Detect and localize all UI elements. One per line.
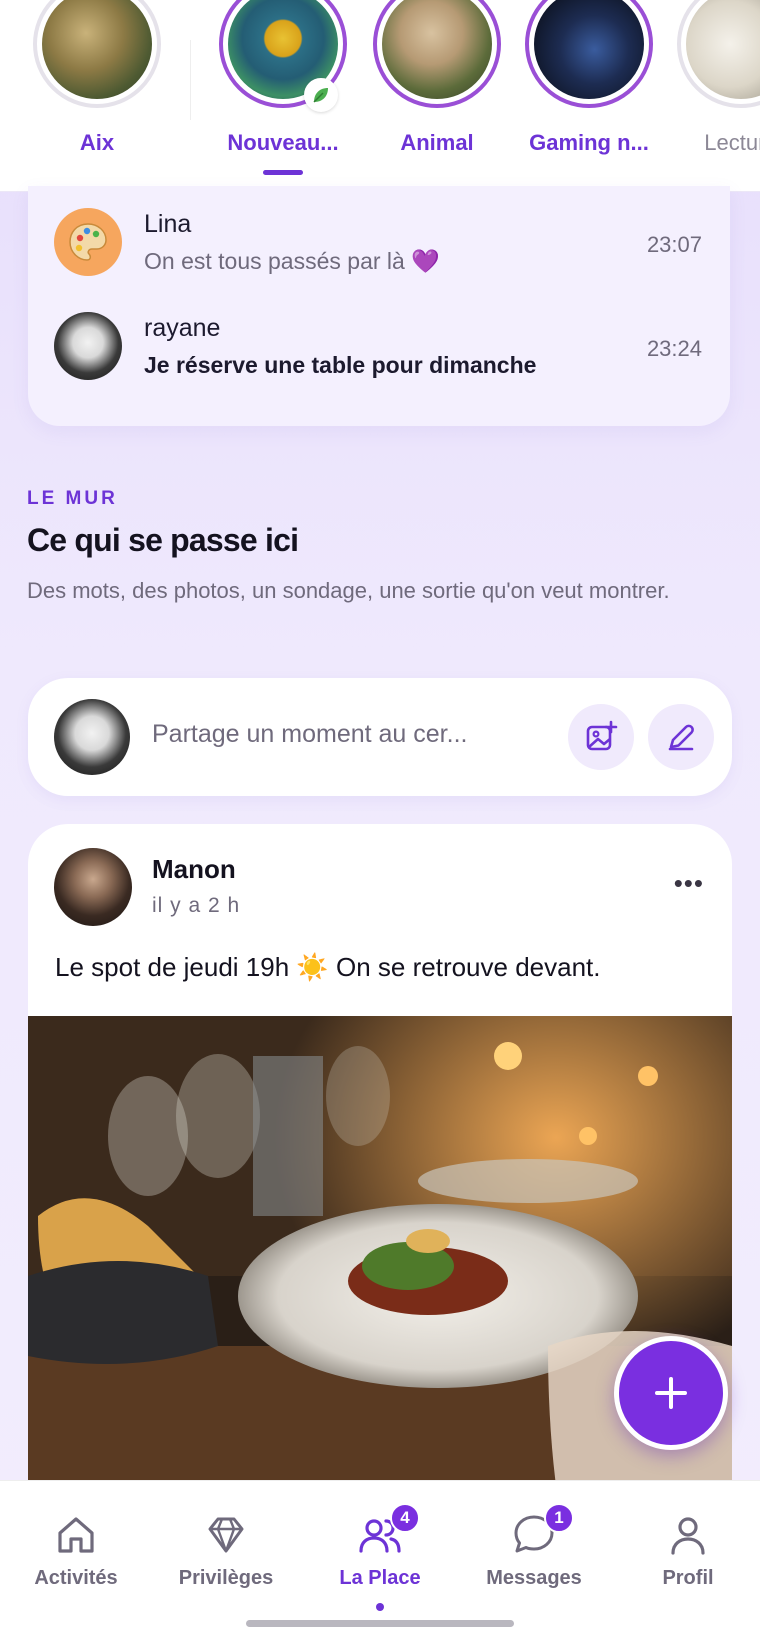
group-chip-animal[interactable]: Animal bbox=[362, 0, 512, 191]
post-author[interactable]: Manon bbox=[152, 854, 236, 885]
conversation-name: Lina bbox=[144, 210, 192, 238]
conversation-time: 23:24 bbox=[646, 336, 702, 361]
group-label: Gaming n... bbox=[529, 130, 649, 155]
group-chip-gaming[interactable]: Gaming n... bbox=[514, 0, 664, 191]
bottom-navigation: Activités Privilèges 4 La Place 1 Messag… bbox=[0, 1480, 760, 1639]
plus-icon bbox=[655, 1377, 687, 1409]
notification-badge: 1 bbox=[544, 1503, 574, 1533]
avatar[interactable] bbox=[54, 848, 132, 926]
nav-label: Activités bbox=[34, 1567, 118, 1589]
home-icon bbox=[58, 1517, 94, 1553]
post-text: Le spot de jeudi 19h ☀️ On se retrouve d… bbox=[55, 952, 601, 982]
write-post-button[interactable] bbox=[648, 704, 714, 770]
group-avatar bbox=[373, 0, 501, 108]
group-label: Animal bbox=[400, 130, 474, 155]
post-timestamp: il y a 2 h bbox=[152, 894, 241, 917]
section-subtitle: Des mots, des photos, un sondage, une so… bbox=[27, 578, 670, 603]
section-title: Ce qui se passe ici bbox=[27, 522, 299, 558]
group-chip-aix[interactable]: Aix bbox=[22, 0, 172, 191]
post-composer[interactable]: Partage un moment au cer... bbox=[28, 678, 732, 796]
pencil-icon bbox=[668, 724, 694, 751]
divider bbox=[190, 40, 191, 120]
nav-item-profil[interactable]: Profil bbox=[612, 1481, 760, 1601]
composer-input[interactable]: Partage un moment au cer... bbox=[152, 720, 467, 749]
diamond-icon bbox=[208, 1517, 244, 1553]
conversation-preview: Je réserve une table pour dimanche bbox=[144, 352, 537, 378]
notification-badge: 4 bbox=[390, 1503, 420, 1533]
conversation-row[interactable]: rayane Je réserve une table pour dimanch… bbox=[28, 300, 730, 390]
group-avatar bbox=[525, 0, 653, 108]
nav-item-la-place[interactable]: 4 La Place bbox=[304, 1481, 456, 1611]
add-photo-button[interactable] bbox=[568, 704, 634, 770]
nav-label: Profil bbox=[662, 1567, 714, 1589]
create-fab-button[interactable] bbox=[614, 1336, 728, 1450]
group-label: Lecture bbox=[704, 130, 760, 155]
conversation-row[interactable]: Lina On est tous passés par là 💜 23:07 bbox=[28, 196, 730, 286]
leaf-icon bbox=[304, 78, 338, 112]
group-chip-lecture[interactable]: Lecture bbox=[666, 0, 760, 191]
avatar bbox=[54, 208, 122, 276]
group-avatar bbox=[33, 0, 161, 108]
palette-icon bbox=[69, 223, 107, 261]
user-icon bbox=[671, 1517, 705, 1555]
active-nav-indicator bbox=[376, 1603, 384, 1611]
conversation-time: 23:07 bbox=[646, 232, 702, 257]
nav-item-messages[interactable]: 1 Messages bbox=[458, 1481, 610, 1601]
nav-label: Messages bbox=[486, 1567, 582, 1589]
section-eyebrow: LE MUR bbox=[27, 488, 118, 509]
group-label: Aix bbox=[79, 130, 115, 155]
home-indicator[interactable] bbox=[246, 1620, 514, 1627]
group-chip-nouveau[interactable]: Nouveau... bbox=[208, 0, 358, 191]
more-options-icon[interactable]: ••• bbox=[674, 868, 704, 899]
group-stories-bar: Aix Nouveau... Animal Gaming n... Lectur… bbox=[0, 0, 760, 192]
conversations-card: Lina On est tous passés par là 💜 23:07 r… bbox=[28, 186, 730, 426]
conversation-preview: On est tous passés par là 💜 bbox=[144, 248, 440, 274]
avatar bbox=[54, 312, 122, 380]
nav-item-activites[interactable]: Activités bbox=[0, 1481, 152, 1601]
nav-label: La Place bbox=[339, 1567, 421, 1589]
nav-label: Privilèges bbox=[178, 1567, 274, 1589]
image-plus-icon bbox=[586, 720, 618, 751]
active-tab-indicator bbox=[263, 170, 303, 175]
conversation-name: rayane bbox=[144, 314, 221, 342]
group-label: Nouveau... bbox=[227, 130, 339, 155]
nav-item-privileges[interactable]: Privilèges bbox=[150, 1481, 302, 1601]
avatar bbox=[54, 699, 130, 775]
group-avatar bbox=[677, 0, 760, 108]
